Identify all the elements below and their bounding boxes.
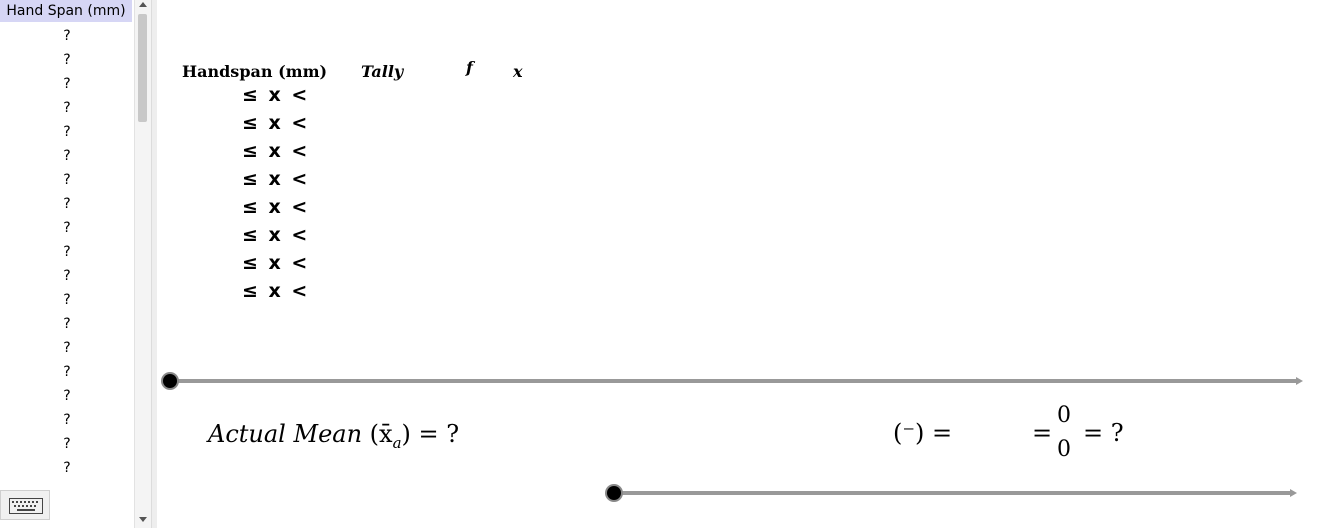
class-interval-row: ≤ x < [242, 280, 310, 302]
spreadsheet-cell[interactable]: ? [0, 456, 134, 480]
top-slider-track[interactable] [170, 379, 1296, 383]
spreadsheet-cell[interactable]: ? [0, 168, 134, 192]
fraction-denominator: 0 [1057, 437, 1071, 462]
class-interval-row: ≤ x < [242, 196, 310, 218]
class-interval-row: ≤ x < [242, 140, 310, 162]
spreadsheet-cell[interactable]: ? [0, 192, 134, 216]
class-interval-row: ≤ x < [242, 224, 310, 246]
actual-mean-close: ) [401, 420, 411, 448]
class-interval-row: ≤ x < [242, 112, 310, 134]
spreadsheet-cell[interactable]: ? [0, 432, 134, 456]
header-frequency: f [466, 58, 473, 77]
view-divider[interactable] [151, 0, 157, 528]
header-handspan: Handspan (mm) [182, 62, 328, 81]
spreadsheet-cell[interactable]: ? [0, 216, 134, 240]
spreadsheet-cell[interactable]: ? [0, 48, 134, 72]
class-interval-row: ≤ x < [242, 84, 310, 106]
actual-mean-subscript: a [392, 433, 402, 452]
spreadsheet-cell[interactable]: ? [0, 24, 134, 48]
actual-mean-symbol: (x̄ [369, 420, 393, 448]
spreadsheet-cell[interactable]: ? [0, 312, 134, 336]
spreadsheet-cell[interactable]: ? [0, 72, 134, 96]
spreadsheet-cell[interactable]: ? [0, 384, 134, 408]
bottom-slider-track[interactable] [614, 491, 1290, 495]
spreadsheet-cell[interactable]: ? [0, 408, 134, 432]
spreadsheet-cell[interactable]: ? [0, 360, 134, 384]
spreadsheet-view: Hand Span (mm) ??????????????????? [0, 0, 134, 528]
spreadsheet-cell[interactable]: ? [0, 264, 134, 288]
top-slider-arrow-icon [1296, 377, 1303, 385]
actual-mean-label: Actual Mean [208, 420, 363, 448]
scroll-down-icon[interactable] [139, 517, 147, 522]
bottom-slider-arrow-icon [1290, 489, 1297, 497]
class-interval-row: ≤ x < [242, 168, 310, 190]
keyboard-button[interactable] [0, 490, 50, 520]
spreadsheet-cell[interactable]: ? [0, 240, 134, 264]
header-x: x [513, 62, 523, 81]
spreadsheet-cell[interactable]: ? [0, 288, 134, 312]
class-interval-row: ≤ x < [242, 252, 310, 274]
keyboard-icon [9, 498, 43, 514]
scroll-up-icon[interactable] [139, 2, 147, 7]
actual-mean-value: = ? [418, 420, 460, 448]
top-slider-handle[interactable] [163, 374, 177, 388]
bottom-slider-handle[interactable] [607, 486, 621, 500]
spreadsheet-cell[interactable]: ? [0, 144, 134, 168]
estimated-mean-result: = ? [1083, 419, 1124, 447]
estimated-mean-lhs: (⁻) = [893, 419, 953, 447]
column-header-hand-span[interactable]: Hand Span (mm) [0, 0, 132, 22]
spreadsheet-scrollbar[interactable] [134, 0, 151, 528]
spreadsheet-cell[interactable]: ? [0, 96, 134, 120]
fraction-numerator: 0 [1057, 403, 1071, 428]
estimated-mean-equals: = [1032, 419, 1053, 447]
scrollbar-thumb[interactable] [138, 14, 147, 122]
actual-mean-text: Actual Mean (x̄a) = ? [208, 420, 459, 452]
spreadsheet-cell[interactable]: ? [0, 336, 134, 360]
spreadsheet-cell[interactable]: ? [0, 120, 134, 144]
header-tally: Tally [361, 62, 404, 81]
